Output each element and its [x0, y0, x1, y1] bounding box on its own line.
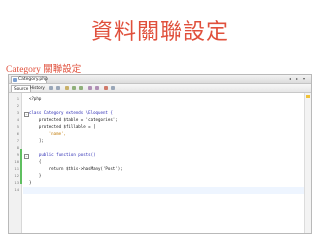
shift-right-icon[interactable]: [95, 86, 99, 90]
code-line: }: [29, 173, 42, 178]
vertical-scrollbar[interactable]: [304, 93, 311, 233]
line-number: 5: [16, 124, 19, 129]
file-tab-label: Category.php: [18, 77, 48, 82]
back-icon[interactable]: [49, 86, 53, 90]
line-number: 2: [16, 103, 19, 108]
line-number: 9: [16, 152, 19, 157]
forward-icon[interactable]: [56, 86, 60, 90]
code-line: ];: [29, 138, 44, 143]
scroll-left-icon[interactable]: ◂: [287, 76, 293, 82]
line-number: 14: [14, 187, 19, 192]
slide-title: 資料關聯設定: [90, 20, 229, 45]
line-number: 6: [16, 131, 19, 136]
current-line-highlight: [23, 187, 309, 194]
warning-marker-icon[interactable]: [306, 95, 310, 98]
search-icon[interactable]: [65, 86, 69, 90]
shift-left-icon[interactable]: [88, 86, 92, 90]
code-line: public function posts(): [29, 152, 96, 157]
change-marker: [20, 149, 22, 184]
code-line: {: [29, 159, 42, 164]
code-line: protected $table = 'categories';: [29, 117, 118, 122]
slide-subtitle: Category 關聯設定: [6, 65, 82, 75]
tab-list-icon[interactable]: ▾: [301, 76, 307, 82]
editor-toolbar: Source History: [9, 84, 311, 93]
code-line: <?php: [29, 96, 42, 101]
line-number: 13: [14, 180, 19, 185]
line-number: 7: [16, 138, 19, 143]
line-number: 11: [14, 166, 19, 171]
ide-window: Category.php ◂ ▸ ▾ Source History 1 2 3 …: [8, 74, 312, 234]
code-line: return $this->hasMany('Post');: [29, 166, 123, 171]
code-line: }: [29, 180, 32, 185]
line-number: 12: [14, 173, 19, 178]
file-tab-bar: Category.php ◂ ▸ ▾: [9, 75, 311, 84]
line-number: 8: [16, 145, 19, 150]
scroll-right-icon[interactable]: ▸: [294, 76, 300, 82]
line-number: 4: [16, 117, 19, 122]
file-tab[interactable]: Category.php: [11, 76, 48, 83]
tab-history[interactable]: History: [28, 85, 47, 91]
code-editor[interactable]: − − <?php class Category extends \Eloque…: [23, 93, 309, 233]
line-number: 1: [16, 96, 19, 101]
line-number: 3: [16, 110, 19, 115]
bookmark-icon[interactable]: [72, 86, 76, 90]
record-macro-icon[interactable]: [104, 86, 108, 90]
comment-icon[interactable]: [111, 86, 115, 90]
code-line: protected $fillable = [: [29, 124, 96, 129]
toggle-bookmark-icon[interactable]: [79, 86, 83, 90]
code-line: class Category extends \Eloquent {: [29, 110, 113, 115]
code-line: 'name',: [29, 131, 66, 136]
line-number: 10: [14, 159, 19, 164]
php-file-icon: [13, 78, 17, 82]
